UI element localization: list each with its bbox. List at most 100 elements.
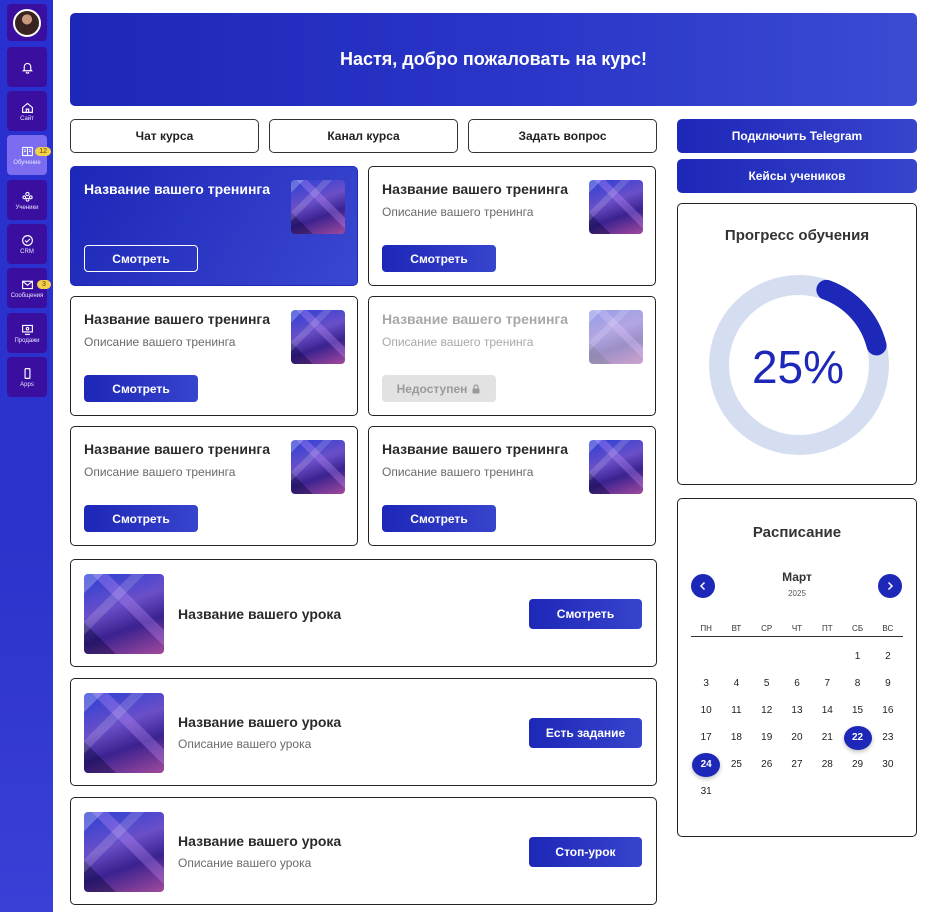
calendar-day[interactable]: 6 bbox=[782, 670, 812, 697]
calendar-day[interactable]: 23 bbox=[873, 724, 903, 751]
lesson-card: Название вашего урока Смотреть bbox=[70, 559, 657, 667]
course-chat-button[interactable]: Чат курса bbox=[70, 119, 259, 153]
watch-button[interactable]: Смотреть bbox=[382, 245, 496, 272]
calendar-day[interactable]: 15 bbox=[842, 697, 872, 724]
connect-telegram-button[interactable]: Подключить Telegram bbox=[677, 119, 917, 153]
training-description: Описание вашего тренинга bbox=[84, 465, 236, 479]
stop-lesson-button[interactable]: Стоп-урок bbox=[529, 837, 642, 867]
progress-title: Прогресс обучения bbox=[724, 227, 870, 244]
bell-icon bbox=[21, 62, 33, 74]
training-thumbnail bbox=[291, 440, 345, 494]
lesson-thumbnail bbox=[84, 574, 164, 654]
training-description: Описание вашего тренинга bbox=[382, 465, 534, 479]
watch-button[interactable]: Смотреть bbox=[382, 505, 496, 532]
calendar-day[interactable]: 14 bbox=[812, 697, 842, 724]
weekday-label: ПТ bbox=[821, 624, 833, 633]
sidebar-item-students[interactable]: Ученики bbox=[7, 180, 47, 220]
calendar-day[interactable]: 8 bbox=[842, 670, 872, 697]
calendar-empty-cell bbox=[782, 643, 812, 670]
calendar-day[interactable]: 20 bbox=[782, 724, 812, 751]
training-title: Название вашего тренинга bbox=[84, 441, 271, 457]
mail-icon bbox=[21, 280, 33, 289]
check-circle-icon bbox=[21, 234, 33, 246]
calendar-day[interactable]: 29 bbox=[842, 751, 872, 778]
calendar-day[interactable]: 30 bbox=[873, 751, 903, 778]
training-thumbnail bbox=[291, 180, 345, 234]
welcome-banner: Настя, добро пожаловать на курс! bbox=[70, 13, 917, 106]
training-title: Название вашего тренинга bbox=[84, 181, 271, 197]
weekday-label: СБ bbox=[852, 624, 864, 633]
sidebar-item-label: Обучение bbox=[13, 159, 41, 166]
training-card: Название вашего тренинга Смотреть bbox=[70, 166, 358, 286]
unavailable-button: Недоступен bbox=[382, 375, 496, 402]
calendar-day[interactable]: 10 bbox=[691, 697, 721, 724]
lesson-title: Название вашего урока bbox=[178, 714, 342, 730]
has-task-button[interactable]: Есть задание bbox=[529, 718, 642, 748]
calendar-day[interactable]: 27 bbox=[782, 751, 812, 778]
calendar-day[interactable]: 21 bbox=[812, 724, 842, 751]
calendar-day[interactable]: 9 bbox=[873, 670, 903, 697]
calendar-day[interactable]: 1 bbox=[842, 643, 872, 670]
calendar-grid: ПН ВТ СР ЧТ ПТ СБ ВС 1 2 3 4 5 6 7 8 9 10 11 12 13 14 15 16 17… bbox=[691, 624, 903, 805]
avatar-image bbox=[13, 8, 41, 37]
sidebar-item-crm[interactable]: CRM bbox=[7, 224, 47, 264]
calendar-day[interactable]: 26 bbox=[752, 751, 782, 778]
sidebar-item-label: CRM bbox=[20, 248, 34, 255]
phone-icon bbox=[23, 367, 31, 379]
calendar-day[interactable]: 11 bbox=[721, 697, 751, 724]
sidebar-item-learning[interactable]: Обучение 12 bbox=[7, 135, 51, 175]
calendar-day[interactable]: 18 bbox=[721, 724, 751, 751]
calendar-day-selected[interactable]: 24 bbox=[691, 751, 721, 778]
calendar-day[interactable]: 17 bbox=[691, 724, 721, 751]
sidebar-item-site[interactable]: Сайт bbox=[7, 91, 47, 131]
calendar-day[interactable]: 12 bbox=[752, 697, 782, 724]
watch-lesson-button[interactable]: Смотреть bbox=[529, 599, 642, 629]
calendar-next-button[interactable] bbox=[878, 574, 902, 598]
monitor-icon bbox=[21, 324, 33, 335]
calendar-day-selected[interactable]: 22 bbox=[842, 724, 872, 751]
weekday-label: ПН bbox=[700, 624, 712, 633]
sidebar-item-messages[interactable]: Сообщения 3 bbox=[7, 268, 51, 308]
watch-button[interactable]: Смотреть bbox=[84, 245, 198, 272]
training-thumbnail bbox=[589, 180, 643, 234]
calendar-empty-cell bbox=[691, 643, 721, 670]
watch-button[interactable]: Смотреть bbox=[84, 505, 198, 532]
calendar-day[interactable]: 25 bbox=[721, 751, 751, 778]
course-channel-button[interactable]: Канал курса bbox=[269, 119, 458, 153]
schedule-panel: Расписание Март 2025 ПН ВТ СР ЧТ ПТ СБ ВС 1234… bbox=[677, 498, 917, 837]
lesson-card: Название вашего урока Описание вашего ур… bbox=[70, 678, 657, 786]
avatar[interactable] bbox=[7, 4, 47, 41]
training-card: Название вашего тренинга Описание вашего… bbox=[70, 426, 358, 546]
sidebar-item-sales[interactable]: Продажи bbox=[7, 313, 47, 353]
sidebar-item-apps[interactable]: Apps bbox=[7, 357, 47, 397]
calendar-day[interactable]: 28 bbox=[812, 751, 842, 778]
student-cases-button[interactable]: Кейсы учеников bbox=[677, 159, 917, 193]
calendar-day[interactable]: 31 bbox=[691, 778, 721, 805]
training-thumbnail bbox=[589, 440, 643, 494]
lesson-thumbnail bbox=[84, 693, 164, 773]
progress-value: 25% bbox=[751, 341, 845, 393]
sidebar: Сайт Обучение 12 Ученики CRM Сообщения 3… bbox=[0, 0, 53, 912]
sidebar-item-label: Apps bbox=[20, 381, 34, 388]
calendar-day[interactable]: 2 bbox=[873, 643, 903, 670]
calendar-day[interactable]: 13 bbox=[782, 697, 812, 724]
calendar-day[interactable]: 7 bbox=[812, 670, 842, 697]
calendar-day[interactable]: 3 bbox=[691, 670, 721, 697]
weekday-label: ВС bbox=[882, 624, 894, 633]
chevron-right-icon bbox=[887, 581, 894, 591]
watch-button[interactable]: Смотреть bbox=[84, 375, 198, 402]
ask-question-button[interactable]: Задать вопрос bbox=[468, 119, 657, 153]
calendar-weekdays: ПН ВТ СР ЧТ ПТ СБ ВС bbox=[691, 624, 903, 637]
training-description: Описание вашего тренинга bbox=[382, 205, 534, 219]
sidebar-item-notifications[interactable] bbox=[7, 47, 47, 87]
calendar-day[interactable]: 16 bbox=[873, 697, 903, 724]
training-title: Название вашего тренинга bbox=[382, 181, 569, 197]
calendar-day[interactable]: 4 bbox=[721, 670, 751, 697]
training-title: Название вашего тренинга bbox=[382, 311, 569, 327]
lesson-title: Название вашего урока bbox=[178, 606, 342, 622]
calendar-empty-cell bbox=[752, 643, 782, 670]
calendar-day[interactable]: 19 bbox=[752, 724, 782, 751]
calendar-day[interactable]: 5 bbox=[752, 670, 782, 697]
sidebar-item-label: Сайт bbox=[20, 115, 34, 122]
calendar-prev-button[interactable] bbox=[691, 574, 715, 598]
